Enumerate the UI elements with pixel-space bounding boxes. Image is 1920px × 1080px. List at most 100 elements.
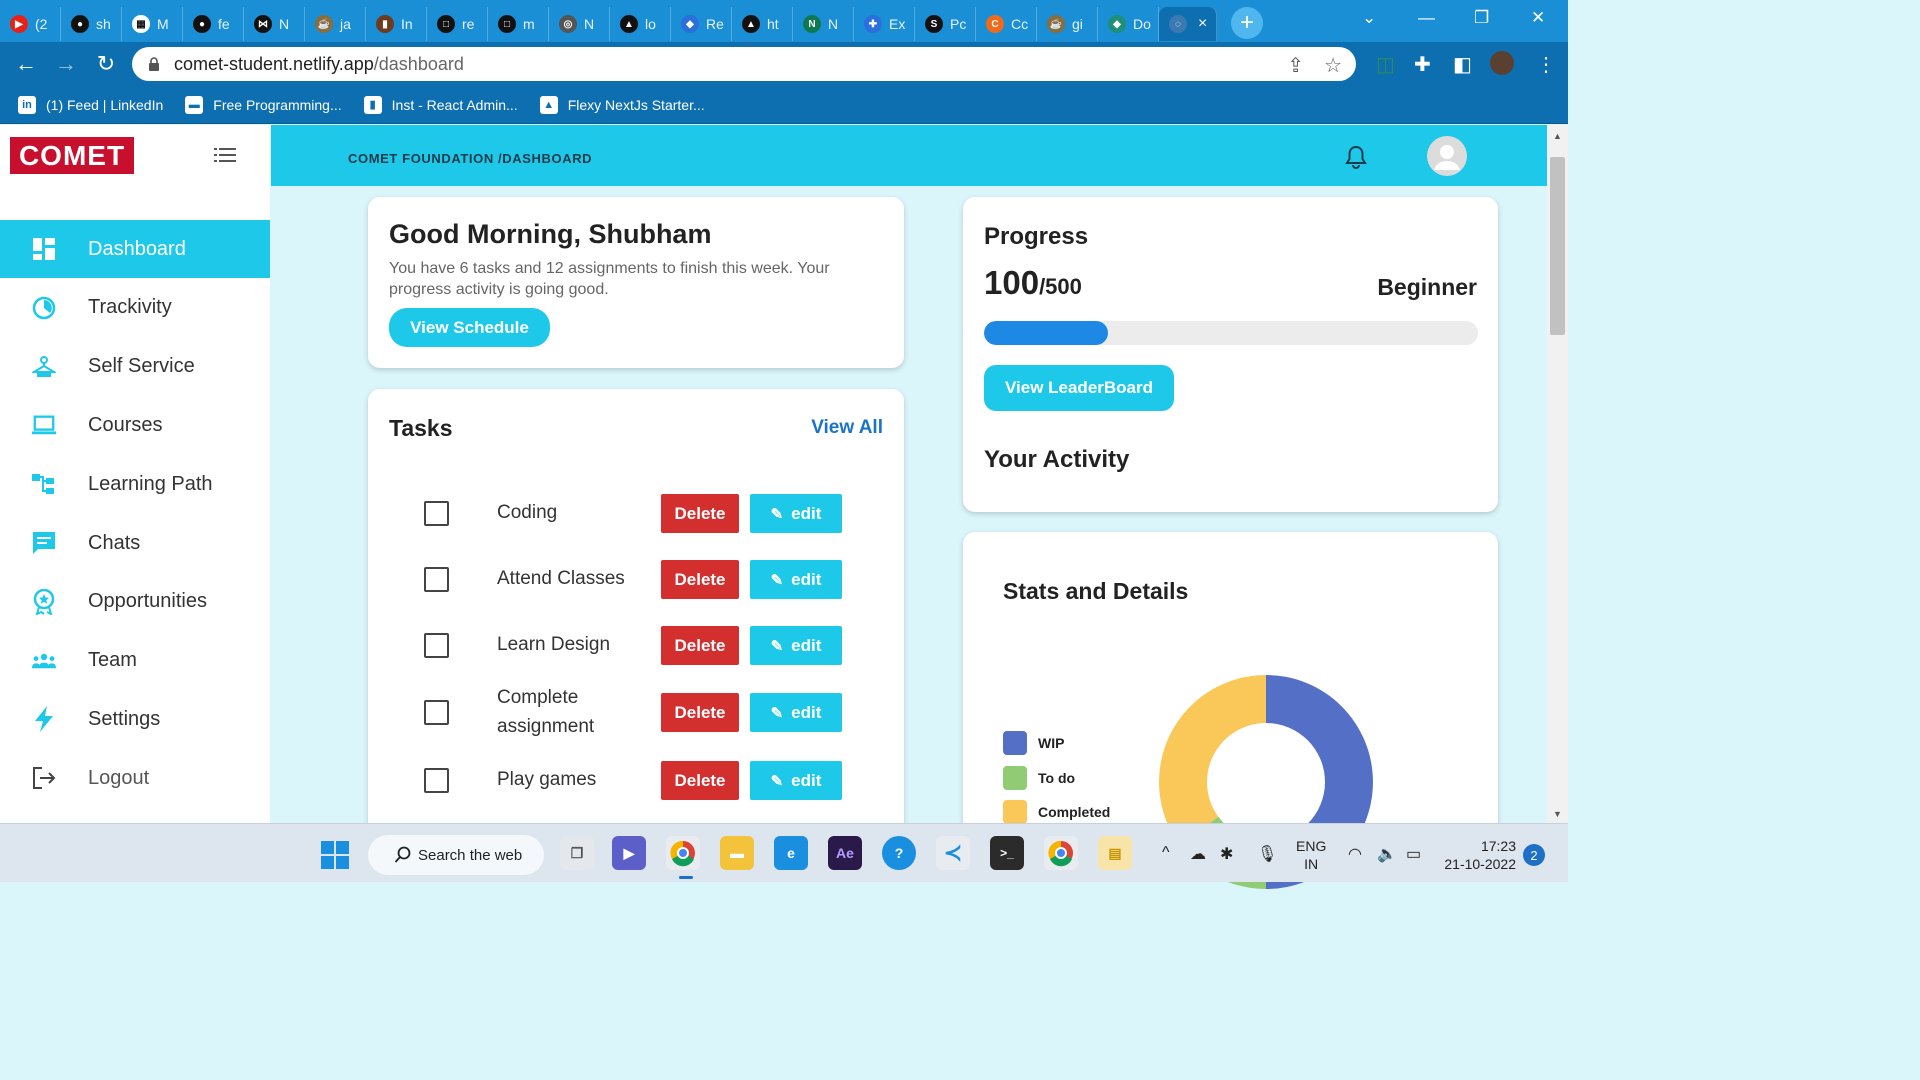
chrome-icon[interactable] bbox=[666, 836, 700, 870]
view-schedule-button[interactable]: View Schedule bbox=[389, 308, 550, 347]
delete-task-button[interactable]: Delete bbox=[661, 761, 739, 800]
clock[interactable]: 17:23 21-10-2022 bbox=[1444, 837, 1516, 873]
browser-tab[interactable]: C Cc bbox=[976, 7, 1037, 41]
close-window-icon[interactable]: ✕ bbox=[1531, 8, 1545, 28]
bluetooth-icon[interactable]: ✱ bbox=[1220, 844, 1233, 864]
browser-tab[interactable]: □ re bbox=[427, 7, 488, 41]
task-checkbox[interactable] bbox=[424, 567, 449, 592]
menu-toggle-icon[interactable] bbox=[214, 147, 236, 163]
star-icon[interactable]: ☆ bbox=[1324, 53, 1342, 78]
new-tab-button[interactable]: + bbox=[1231, 7, 1263, 39]
puzzle-icon[interactable]: ✚ bbox=[1414, 52, 1431, 77]
terminal-icon[interactable]: >_ bbox=[990, 836, 1024, 870]
browser-tab[interactable]: S Pc bbox=[915, 7, 976, 41]
sidebar-item-learning-path[interactable]: Learning Path bbox=[0, 455, 270, 513]
browser-tab[interactable]: NN bbox=[793, 7, 854, 41]
bell-icon[interactable] bbox=[1345, 145, 1367, 169]
chrome-profile-icon[interactable] bbox=[1044, 836, 1078, 870]
delete-task-button[interactable]: Delete bbox=[661, 494, 739, 533]
browser-tab[interactable]: ◆ Re bbox=[671, 7, 732, 41]
edit-task-button[interactable]: ✎ edit bbox=[750, 693, 842, 732]
help-icon[interactable]: ? bbox=[882, 836, 916, 870]
sidebar-item-courses[interactable]: Courses bbox=[0, 396, 270, 454]
language-indicator[interactable]: ENG IN bbox=[1296, 837, 1326, 873]
delete-task-button[interactable]: Delete bbox=[661, 560, 739, 599]
browser-tab[interactable]: ✚ Ex bbox=[854, 7, 915, 41]
scroll-down-icon[interactable]: ▼ bbox=[1553, 809, 1562, 819]
edit-task-button[interactable]: ✎ edit bbox=[750, 626, 842, 665]
tab-search-icon[interactable]: ⌄ bbox=[1362, 8, 1376, 28]
task-view-icon[interactable]: ❐ bbox=[560, 836, 594, 870]
reload-icon[interactable]: ↻ bbox=[86, 51, 126, 77]
battery-icon[interactable]: ▭ bbox=[1406, 844, 1421, 864]
task-checkbox[interactable] bbox=[424, 501, 449, 526]
close-tab-icon[interactable]: × bbox=[1198, 15, 1207, 33]
task-checkbox[interactable] bbox=[424, 768, 449, 793]
browser-tab[interactable]: ◆ Do bbox=[1098, 7, 1159, 41]
bookmark-item[interactable]: ▬ Free Programming... bbox=[185, 95, 342, 114]
microphone-icon[interactable]: 🎙 bbox=[1257, 844, 1277, 864]
volume-icon[interactable]: 🔈 bbox=[1377, 844, 1397, 864]
taskbar-search[interactable]: Search the web bbox=[368, 835, 544, 875]
browser-tab[interactable]: □ m bbox=[488, 7, 549, 41]
sidebar-item-self-service[interactable]: Self Service bbox=[0, 338, 270, 396]
browser-tab[interactable]: ▲ ht bbox=[732, 7, 793, 41]
vscode-icon[interactable]: ≺ bbox=[936, 836, 970, 870]
restore-icon[interactable]: ❐ bbox=[1474, 8, 1489, 28]
sidebar-item-dashboard[interactable]: Dashboard bbox=[0, 220, 270, 278]
sidebar-item-team[interactable]: Team bbox=[0, 632, 270, 690]
browser-tab[interactable]: ☕ ja bbox=[305, 7, 366, 41]
delete-task-button[interactable]: Delete bbox=[661, 626, 739, 665]
browser-tab[interactable]: ● sh bbox=[61, 7, 122, 41]
browser-tab[interactable]: ▦ M bbox=[122, 7, 183, 41]
edit-task-button[interactable]: ✎ edit bbox=[750, 761, 842, 800]
bookmark-item[interactable]: ▮ Inst - React Admin... bbox=[363, 95, 518, 114]
browser-tab[interactable]: ● fe bbox=[183, 7, 244, 41]
page-scrollbar[interactable]: ▲ ▼ bbox=[1547, 125, 1568, 823]
browser-tab[interactable]: ◎ N bbox=[549, 7, 610, 41]
delete-task-button[interactable]: Delete bbox=[661, 693, 739, 732]
notes-icon[interactable]: ▤ bbox=[1098, 836, 1132, 870]
browser-tab[interactable]: ▮ In bbox=[366, 7, 427, 41]
teams-chat-icon[interactable]: ▶ bbox=[612, 836, 646, 870]
edit-task-button[interactable]: ✎ edit bbox=[750, 560, 842, 599]
view-all-link[interactable]: View All bbox=[811, 417, 883, 439]
sidebar-item-trackivity[interactable]: Trackivity bbox=[0, 279, 270, 337]
notification-badge[interactable]: 2 bbox=[1523, 844, 1545, 866]
edit-task-button[interactable]: ✎ edit bbox=[750, 494, 842, 533]
edge-icon[interactable]: e bbox=[774, 836, 808, 870]
tray-chevron-icon[interactable]: ^ bbox=[1162, 844, 1170, 862]
extension-icon[interactable]: ◫ bbox=[1376, 52, 1395, 77]
task-checkbox[interactable] bbox=[424, 700, 449, 725]
wifi-icon[interactable]: ◠ bbox=[1348, 844, 1362, 864]
sidepanel-icon[interactable]: ◧ bbox=[1453, 52, 1472, 77]
view-leaderboard-button[interactable]: View LeaderBoard bbox=[984, 365, 1174, 411]
comet-logo[interactable]: COMET bbox=[10, 137, 134, 174]
bookmark-item[interactable]: ▲ Flexy NextJs Starter... bbox=[539, 95, 705, 114]
browser-tab[interactable]: ▲ lo bbox=[610, 7, 671, 41]
profile-avatar[interactable] bbox=[1490, 51, 1514, 75]
scroll-up-icon[interactable]: ▲ bbox=[1553, 131, 1562, 141]
task-checkbox[interactable] bbox=[424, 633, 449, 658]
cloud-icon[interactable]: ☁ bbox=[1190, 844, 1206, 864]
address-bar[interactable]: comet-student.netlify.app/dashboard ⇪ ☆ bbox=[132, 47, 1356, 81]
after-effects-icon[interactable]: Ae bbox=[828, 836, 862, 870]
user-avatar[interactable] bbox=[1427, 136, 1467, 176]
browser-tab[interactable]: ▶ (2 bbox=[0, 7, 61, 41]
share-icon[interactable]: ⇪ bbox=[1287, 53, 1304, 78]
forward-icon[interactable]: → bbox=[46, 51, 86, 77]
sidebar-item-chats[interactable]: Chats bbox=[0, 514, 270, 572]
browser-tab[interactable]: ☕ gi bbox=[1037, 7, 1098, 41]
sidebar-item-opportunities[interactable]: Opportunities bbox=[0, 573, 270, 631]
back-icon[interactable]: ← bbox=[6, 51, 46, 77]
bookmark-item[interactable]: in (1) Feed | LinkedIn bbox=[18, 95, 163, 114]
minimize-icon[interactable]: — bbox=[1418, 8, 1435, 28]
browser-tab[interactable]: ⋈ N bbox=[244, 7, 305, 41]
windows-start-icon[interactable] bbox=[321, 841, 349, 869]
scrollbar-thumb[interactable] bbox=[1550, 157, 1565, 335]
browser-tab-active[interactable]: ◌ × bbox=[1159, 7, 1217, 41]
sidebar-item-logout[interactable]: Logout bbox=[0, 749, 270, 807]
menu-dots-icon[interactable]: ⋮ bbox=[1536, 52, 1556, 77]
file-explorer-icon[interactable]: ▬ bbox=[720, 836, 754, 870]
sidebar-item-settings[interactable]: Settings bbox=[0, 690, 270, 748]
